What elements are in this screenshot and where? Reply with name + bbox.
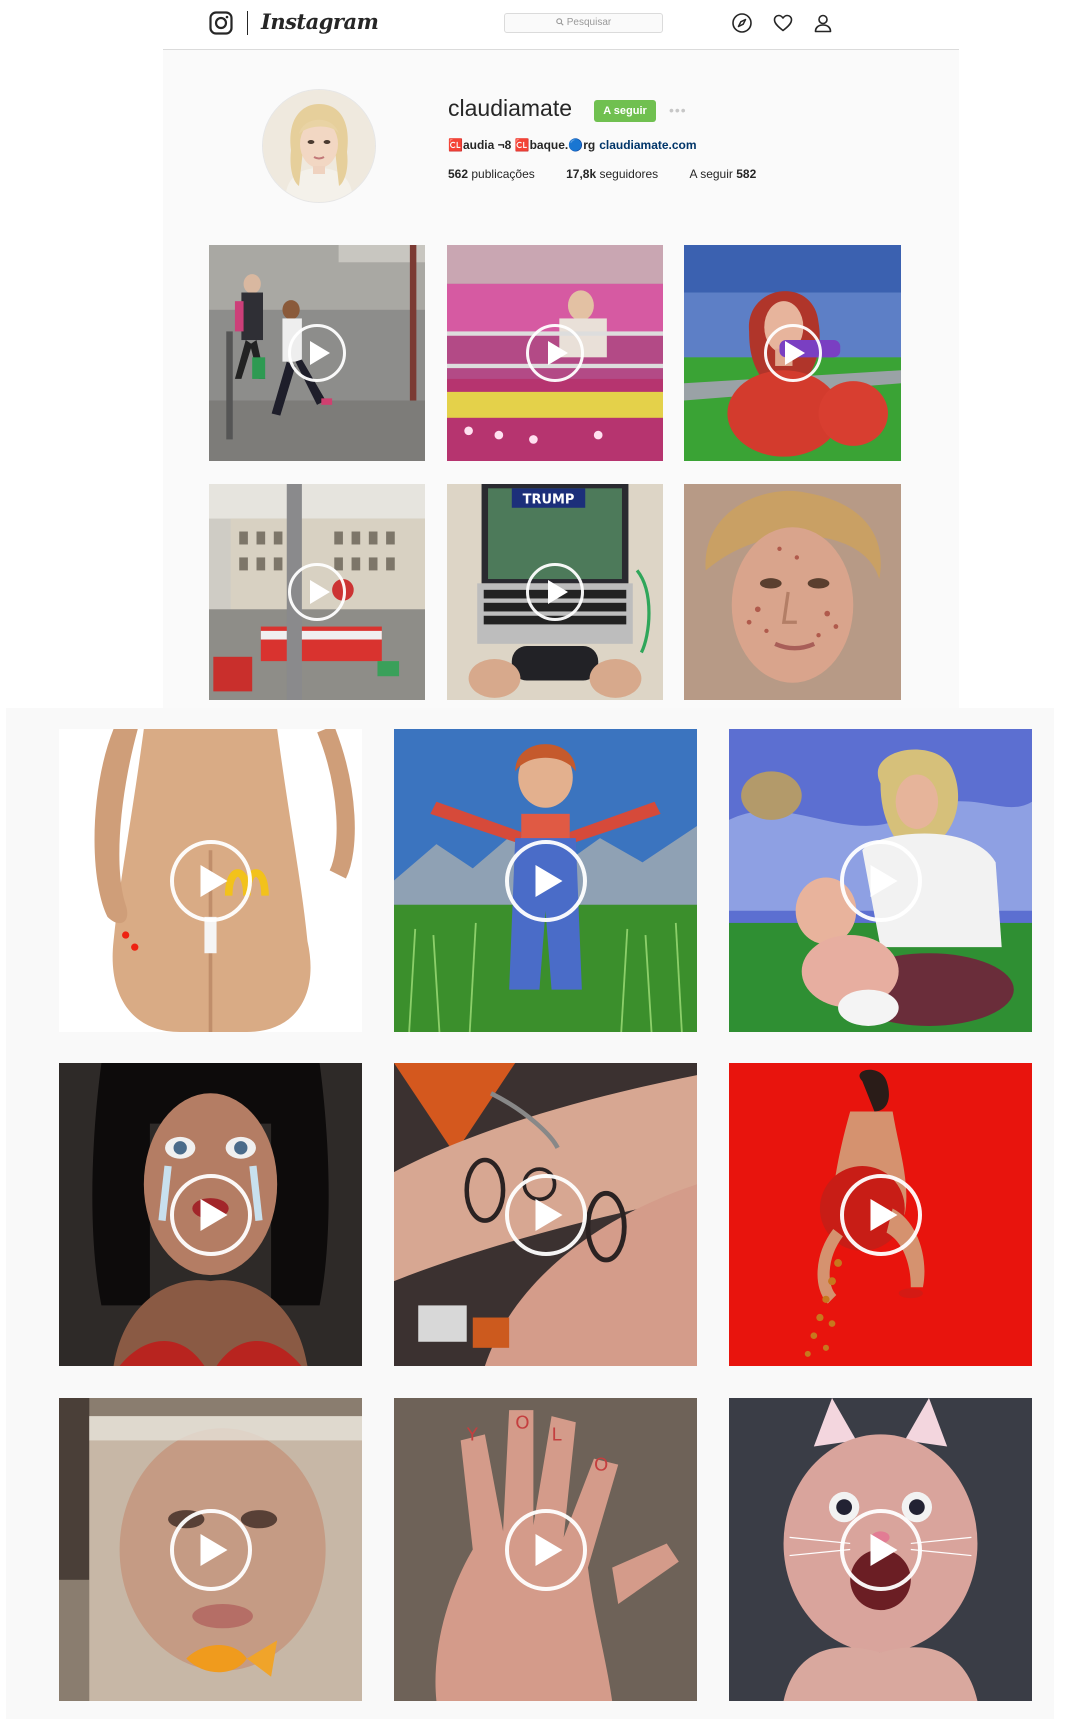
post-thumbnail-3d-doll-field[interactable] (394, 729, 697, 1032)
svg-text:O: O (594, 1455, 608, 1476)
search-placeholder: Pesquisar (566, 17, 612, 28)
heart-icon[interactable] (772, 12, 794, 34)
instagram-wordmark[interactable]: Instagram (261, 9, 379, 34)
post-thumbnail-running-woman[interactable] (209, 245, 425, 461)
play-icon (169, 1173, 252, 1256)
post-thumbnail-3d-body[interactable] (59, 729, 362, 1032)
logo-divider (247, 11, 248, 35)
svg-text:TRUMP: TRUMP (523, 492, 575, 507)
post-thumbnail-hand-writing[interactable]: Y O L O (394, 1398, 697, 1701)
post-thumbnail-baby-bunny-filter[interactable] (729, 1398, 1032, 1701)
play-icon (288, 324, 346, 382)
following-count[interactable]: A seguir 582 (690, 167, 757, 181)
post-thumbnail-laptop-game[interactable]: TRUMP (447, 484, 663, 700)
svg-text:O: O (515, 1412, 529, 1433)
post-thumbnail-scream-tattoos[interactable] (394, 1063, 697, 1366)
search-input[interactable]: Pesquisar (504, 13, 663, 33)
instagram-camera-icon[interactable] (209, 11, 233, 35)
post-thumbnail-acne-portrait[interactable] (684, 484, 901, 700)
play-icon (839, 1173, 922, 1256)
play-icon (169, 1508, 252, 1591)
play-icon (504, 1508, 587, 1591)
profile-avatar[interactable] (262, 89, 376, 203)
play-icon (504, 1173, 587, 1256)
play-icon (526, 324, 584, 382)
profile-person-icon[interactable] (812, 12, 834, 34)
post-thumbnail-city-tram[interactable] (209, 484, 425, 700)
svg-text:L: L (552, 1424, 563, 1445)
post-thumbnail-3d-crying-woman[interactable] (59, 1063, 362, 1366)
play-icon (839, 1508, 922, 1591)
following-button[interactable]: A seguir (594, 100, 656, 122)
followers-count[interactable]: 17,8k seguidores (566, 167, 658, 181)
post-thumbnail-redhead-avatar[interactable] (684, 245, 901, 461)
posts-count: 562 publicações (448, 167, 535, 181)
svg-text:Y: Y (466, 1424, 479, 1445)
profile-page-grid-bottom: Y O L O (6, 708, 1054, 1719)
play-icon (526, 563, 584, 621)
profile-username: claudiamate (448, 95, 573, 121)
search-icon (556, 15, 564, 26)
profile-bio: 🆑audia ¬8 🆑baque.🔵rg claudiamate.com (448, 138, 697, 152)
post-thumbnail-water-bag-goldfish[interactable] (59, 1398, 362, 1701)
top-navbar: Instagram Pesquisar (163, 0, 959, 50)
post-thumbnail-3d-red-background[interactable] (729, 1063, 1032, 1366)
play-icon (288, 563, 346, 621)
post-thumbnail-carousel[interactable] (447, 245, 663, 461)
more-options-icon[interactable]: ••• (669, 103, 687, 117)
play-icon (763, 324, 822, 382)
play-icon (504, 839, 587, 922)
bio-website-link[interactable]: claudiamate.com (599, 138, 696, 152)
profile-page-top: Instagram Pesquisar claudiamate A seguir… (163, 0, 959, 708)
bio-text: 🆑audia ¬8 🆑baque.🔵rg (448, 138, 596, 152)
play-icon (839, 839, 922, 922)
explore-compass-icon[interactable] (731, 12, 753, 34)
play-icon (169, 839, 252, 922)
post-thumbnail-3d-woman-baby[interactable] (729, 729, 1032, 1032)
profile-stats: 562 publicações 17,8k seguidores A segui… (448, 167, 784, 181)
